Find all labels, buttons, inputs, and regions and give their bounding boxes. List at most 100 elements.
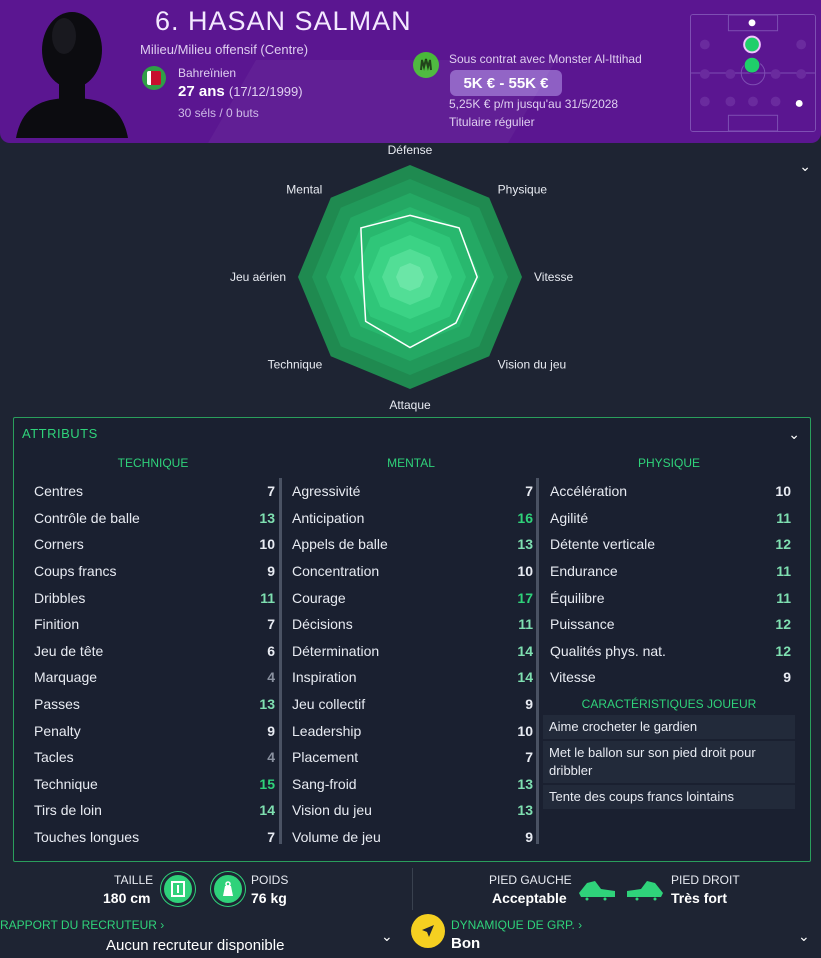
attribute-name: Appels de balle [292, 536, 388, 553]
attribute-value: 13 [517, 775, 533, 792]
attribute-row[interactable]: Accélération 10 [543, 478, 795, 505]
attribute-row[interactable]: Puissance 12 [543, 611, 795, 638]
attribute-name: Vision du jeu [292, 802, 372, 819]
attribute-row[interactable]: Corners 10 [27, 531, 279, 558]
player-trait[interactable]: Tente des coups francs lointains [543, 784, 795, 809]
radar-ring [396, 263, 424, 291]
attribute-row[interactable]: Détermination 14 [285, 638, 537, 665]
attribute-name: Centres [34, 483, 84, 500]
attribute-value: 9 [525, 696, 533, 713]
attribute-row[interactable]: Vision du jeu 13 [285, 797, 537, 824]
attribute-row[interactable]: Agilité 11 [543, 505, 795, 532]
contract-club[interactable]: Sous contrat avec Monster Al-Ittihad [449, 52, 642, 66]
attribute-row[interactable]: Inspiration 14 [285, 664, 537, 691]
attribute-row[interactable]: Sang-froid 13 [285, 771, 537, 798]
attribute-name: Agressivité [292, 483, 361, 500]
player-age: 27 ans (17/12/1999) [178, 83, 303, 100]
attribute-value: 10 [775, 483, 791, 500]
technique-header: TECHNIQUE [117, 456, 189, 470]
attribute-row[interactable]: Centres 7 [27, 478, 279, 505]
right-foot-label: PIED DROIT [671, 873, 740, 887]
chevron-down-icon[interactable]: ⌄ [798, 928, 810, 945]
attribute-row[interactable]: Finition 7 [27, 611, 279, 638]
attribute-row[interactable]: Courage 17 [285, 584, 537, 611]
attribute-value: 11 [776, 509, 791, 526]
attribute-row[interactable]: Leadership 10 [285, 717, 537, 744]
club-badge-icon[interactable] [413, 52, 439, 78]
attribute-row[interactable]: Tacles 4 [27, 744, 279, 771]
attribute-name: Penalty [34, 722, 81, 739]
attribute-name: Décisions [292, 616, 353, 633]
attribute-value: 12 [775, 642, 791, 659]
squad-status: Titulaire régulier [449, 115, 535, 129]
attribute-value: 10 [517, 722, 533, 739]
attribute-value: 9 [783, 669, 791, 686]
chevron-down-icon[interactable]: ⌄ [799, 158, 811, 175]
nationality-flag-icon[interactable] [142, 66, 166, 90]
attribute-name: Placement [292, 749, 359, 766]
attribute-row[interactable]: Passes 13 [27, 691, 279, 718]
attribute-row[interactable]: Anticipation 16 [285, 505, 537, 532]
attribute-row[interactable]: Décisions 11 [285, 611, 537, 638]
team-dynamics-link[interactable]: DYNAMIQUE DE GRP. › [451, 918, 582, 932]
attribute-row[interactable]: Dribbles 11 [27, 584, 279, 611]
height-label: TAILLE [114, 873, 154, 887]
attribute-name: Corners [34, 536, 84, 553]
radar-axis-label: Vitesse [534, 270, 573, 284]
attribute-value: 13 [517, 802, 533, 819]
attribute-name: Jeu de tête [34, 642, 104, 659]
attribute-row[interactable]: Coups francs 9 [27, 558, 279, 585]
attribute-value: 17 [517, 589, 533, 606]
attribute-name: Concentration [292, 563, 380, 580]
attribute-row[interactable]: Appels de balle 13 [285, 531, 537, 558]
attribute-value: 11 [776, 589, 791, 606]
chevron-down-icon[interactable]: ⌄ [788, 426, 800, 443]
attribute-value: 11 [518, 616, 533, 633]
mental-column: MENTAL Agressivité 7 Anticipation 16 Appels … [285, 456, 537, 850]
attribute-row[interactable]: Équilibre 11 [543, 584, 795, 611]
attribute-row[interactable]: Tirs de loin 14 [27, 797, 279, 824]
attribute-row[interactable]: Agressivité 7 [285, 478, 537, 505]
attribute-name: Détente verticale [550, 536, 656, 553]
player-trait[interactable]: Met le ballon sur son pied droit pour dr… [543, 740, 795, 783]
physique-column: PHYSIQUE Accélération 10 Agilité 11 Détente … [543, 456, 795, 811]
player-trait[interactable]: Aime crocheter le gardien [543, 714, 795, 739]
attribute-name: Leadership [292, 722, 362, 739]
attribute-row[interactable]: Concentration 10 [285, 558, 537, 585]
attributes-title[interactable]: ATTRIBUTS [22, 426, 98, 441]
attribute-row[interactable]: Endurance 11 [543, 558, 795, 585]
nationality-label[interactable]: Bahreïnien [178, 66, 236, 80]
technique-column: TECHNIQUE Centres 7 Contrôle de balle 13 Cor… [27, 456, 279, 850]
attribute-row[interactable]: Volume de jeu 9 [285, 824, 537, 851]
attribute-name: Passes [34, 696, 80, 713]
attribute-row[interactable]: Marquage 4 [27, 664, 279, 691]
attribute-radar-chart: Défense Physique Vitesse Vision du jeu Attaq… [230, 143, 574, 412]
attribute-row[interactable]: Penalty 9 [27, 717, 279, 744]
attribute-row[interactable]: Technique 15 [27, 771, 279, 798]
attribute-row[interactable]: Placement 7 [285, 744, 537, 771]
attribute-row[interactable]: Jeu collectif 9 [285, 691, 537, 718]
attribute-name: Agilité [550, 509, 589, 526]
attribute-name: Détermination [292, 642, 380, 659]
attribute-value: 14 [517, 669, 533, 686]
attribute-row[interactable]: Touches longues 7 [27, 824, 279, 851]
attribute-value: 11 [776, 563, 791, 580]
team-dynamics-value: Bon [451, 935, 481, 952]
attribute-name: Courage [292, 589, 346, 606]
attribute-value: 12 [775, 536, 791, 553]
scout-report-link[interactable]: RAPPORT DU RECRUTEUR › [0, 918, 164, 932]
attribute-row[interactable]: Vitesse 9 [543, 664, 795, 691]
attribute-row[interactable]: Détente verticale 12 [543, 531, 795, 558]
radar-axis-label: Physique [498, 182, 548, 196]
attribute-name: Marquage [34, 669, 98, 686]
chevron-down-icon[interactable]: ⌄ [381, 928, 393, 945]
attribute-name: Finition [34, 616, 80, 633]
attribute-row[interactable]: Jeu de tête 6 [27, 638, 279, 665]
attribute-name: Jeu collectif [292, 696, 366, 713]
right-foot-value: Très fort [671, 890, 728, 906]
attribute-name: Vitesse [550, 669, 596, 686]
attribute-row[interactable]: Contrôle de balle 13 [27, 505, 279, 532]
weight-value: 76 kg [251, 890, 287, 906]
attribute-row[interactable]: Qualités phys. nat. 12 [543, 638, 795, 665]
attribute-value: 15 [259, 775, 275, 792]
